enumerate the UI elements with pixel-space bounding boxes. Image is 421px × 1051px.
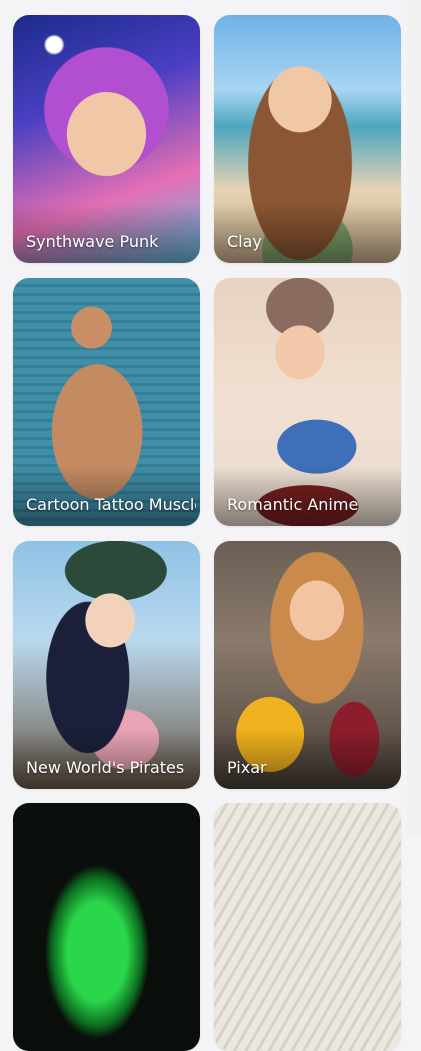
card-image [13, 803, 200, 1051]
style-grid: Synthwave Punk Clay Cartoon Tattoo Muscl… [0, 0, 421, 1051]
style-card-pixar[interactable]: Pixar [214, 541, 401, 789]
card-label: Romantic Anime [227, 495, 359, 514]
style-card-clay[interactable]: Clay [214, 15, 401, 263]
style-card-cartoon-tattoo-muscle[interactable]: Cartoon Tattoo Muscle [13, 278, 200, 526]
scrollbar[interactable] [407, 0, 421, 837]
style-card-romantic-anime[interactable]: Romantic Anime [214, 278, 401, 526]
style-card-synthwave-punk[interactable]: Synthwave Punk [13, 15, 200, 263]
card-label: New World's Pirates [26, 758, 185, 777]
card-label: Pixar [227, 758, 267, 777]
card-image [214, 803, 401, 1051]
style-card-partial[interactable] [214, 803, 401, 1051]
style-card-new-worlds-pirates[interactable]: New World's Pirates [13, 541, 200, 789]
card-label: Synthwave Punk [26, 232, 159, 251]
card-label: Clay [227, 232, 262, 251]
style-card-partial[interactable] [13, 803, 200, 1051]
card-label: Cartoon Tattoo Muscle [26, 495, 196, 514]
